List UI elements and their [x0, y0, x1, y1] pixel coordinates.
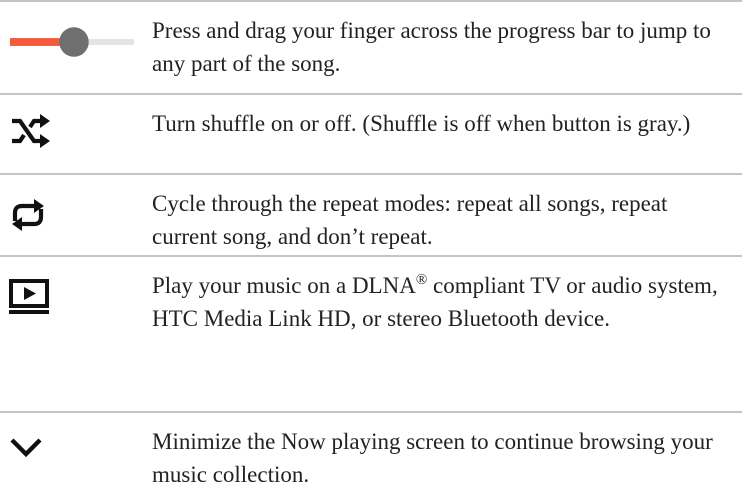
progress-bar-icon [8, 22, 136, 62]
row-text-part: Play your music on a DLNA [152, 273, 416, 298]
row-description: Turn shuffle on or off. (Shuffle is off … [152, 111, 691, 136]
row-description: Press and drag your finger across the pr… [152, 18, 711, 76]
progress-thumb [59, 27, 89, 57]
table-row: Turn shuffle on or off. (Shuffle is off … [0, 95, 742, 173]
shuffle-icon [8, 113, 136, 149]
play-on-screen-glyph [9, 279, 49, 314]
shuffle-glyph [12, 114, 50, 148]
controls-table: Press and drag your finger across the pr… [0, 0, 742, 499]
table-row: Play your music on a DLNA® compliant TV … [0, 257, 742, 379]
chevron-down-icon [8, 429, 136, 465]
progress-slider-graphic [9, 27, 135, 57]
row-description: Minimize the Now playing screen to conti… [152, 429, 713, 487]
table-row: Minimize the Now playing screen to conti… [0, 413, 742, 499]
play-on-screen-icon [8, 277, 136, 317]
repeat-icon [8, 195, 136, 235]
row-description: Play your music on a DLNA® compliant TV … [152, 269, 738, 335]
registered-mark: ® [415, 272, 428, 288]
repeat-glyph [12, 199, 44, 231]
row-description: Cycle through the repeat modes: repeat a… [152, 191, 668, 249]
table-row: Cycle through the repeat modes: repeat a… [0, 175, 742, 253]
chevron-down-glyph [10, 438, 42, 458]
table-row: Press and drag your finger across the pr… [0, 0, 742, 96]
